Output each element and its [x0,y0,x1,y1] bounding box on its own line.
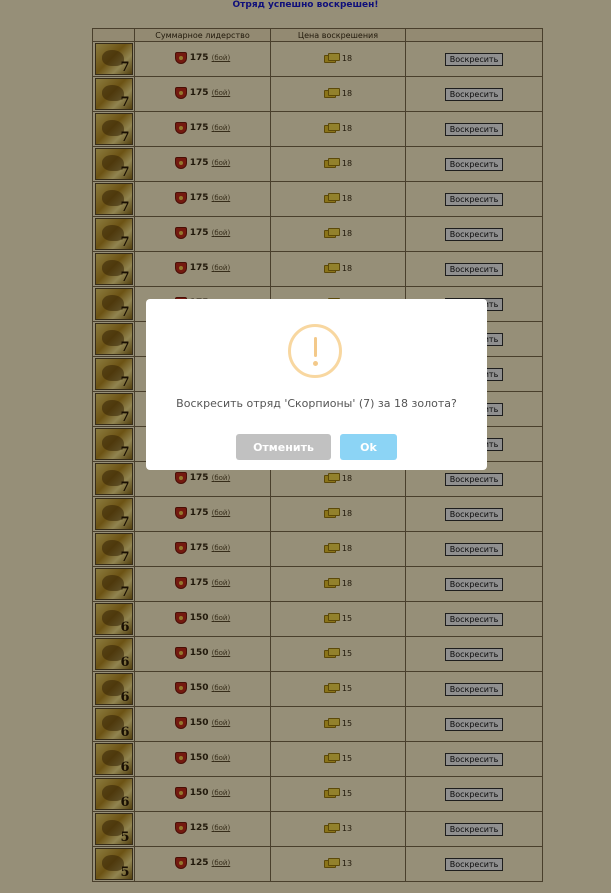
cancel-button[interactable]: Отменить [236,434,331,460]
dialog-message: Воскресить отряд 'Скорпионы' (7) за 18 з… [176,397,457,410]
page: Отряд успешно воскрешен! Суммарное лидер… [0,0,611,893]
confirm-dialog: Воскресить отряд 'Скорпионы' (7) за 18 з… [146,299,487,470]
ok-button[interactable]: Ok [340,434,397,460]
warning-icon [288,324,342,378]
